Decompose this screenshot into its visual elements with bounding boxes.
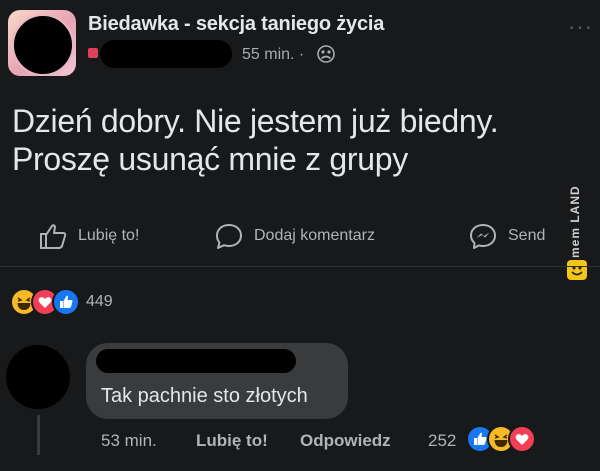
like-button-label: Lubię to! — [78, 227, 140, 244]
author-avatar[interactable] — [12, 14, 74, 76]
group-name[interactable]: Biedawka - sekcja taniego życia — [88, 13, 384, 36]
comment-button[interactable]: Dodaj komentarz — [214, 222, 375, 250]
like-icon — [52, 288, 80, 316]
watermark-logo-icon — [567, 260, 587, 280]
comment-reply-button[interactable]: Odpowiedz — [300, 431, 391, 451]
memland-watermark: mem LAND — [566, 185, 588, 282]
messenger-icon — [470, 224, 496, 249]
more-options-icon[interactable]: ··· — [568, 14, 593, 40]
commenter-avatar[interactable] — [6, 345, 70, 409]
comment-text: Tak pachnie sto złotych — [101, 385, 308, 407]
comment-reaction-count[interactable]: 252 — [428, 431, 456, 451]
comment-like-button[interactable]: Lubię to! — [196, 431, 268, 451]
like-button[interactable]: Lubię to! — [38, 222, 139, 250]
commenter-name-redacted[interactable] — [96, 349, 296, 373]
comment-bubble-icon — [216, 224, 242, 249]
post-text-line-1: Dzień dobry. Nie jestem już biedny. — [12, 103, 499, 139]
comment-reactions[interactable] — [466, 425, 536, 453]
author-name-redacted[interactable] — [100, 40, 232, 68]
post-timestamp[interactable]: 55 min. · — [242, 46, 304, 64]
thread-line — [37, 415, 40, 455]
reaction-count[interactable]: 449 — [86, 293, 113, 311]
love-icon — [508, 425, 536, 453]
post-text-line-2: Proszę usunąć mnie z grupy — [12, 141, 408, 177]
group-privacy-icon — [317, 45, 335, 63]
watermark-text: mem LAND — [568, 185, 582, 258]
comment-timestamp[interactable]: 53 min. — [101, 431, 157, 451]
send-button-label: Send — [508, 227, 546, 244]
comment-button-label: Dodaj komentarz — [254, 227, 375, 244]
send-button[interactable]: Send — [468, 222, 545, 250]
post-text: Dzień dobry. Nie jestem już biedny. Pros… — [12, 102, 532, 178]
divider — [0, 266, 600, 267]
thumbs-up-icon — [40, 224, 67, 249]
author-badge — [88, 48, 98, 58]
post-reactions[interactable]: 449 — [10, 288, 113, 316]
